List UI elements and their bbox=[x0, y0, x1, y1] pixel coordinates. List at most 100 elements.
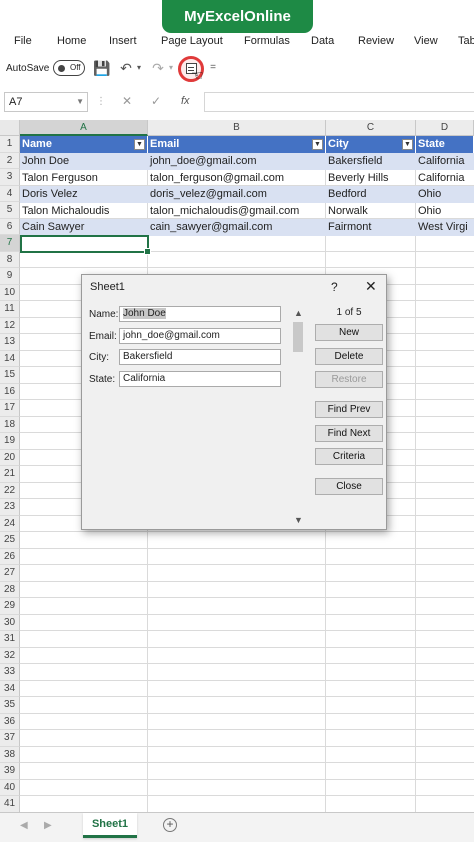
row-header[interactable]: 33 bbox=[0, 664, 20, 681]
redo-dropdown-icon[interactable]: ▾ bbox=[167, 59, 175, 77]
table-cell[interactable]: talon_michaloudis@gmail.com bbox=[148, 203, 326, 220]
city-field[interactable]: Bakersfield bbox=[119, 349, 281, 365]
row-header[interactable]: 18 bbox=[0, 416, 20, 433]
autosave-toggle[interactable]: Off bbox=[53, 60, 85, 76]
table-cell[interactable]: John Doe bbox=[20, 153, 148, 170]
row-header[interactable]: 5 bbox=[0, 202, 20, 219]
row-header[interactable]: 16 bbox=[0, 383, 20, 400]
close-icon[interactable]: ✕ bbox=[365, 278, 377, 295]
row-header[interactable]: 37 bbox=[0, 730, 20, 747]
column-header-b[interactable]: B bbox=[148, 120, 326, 136]
row-header[interactable]: 36 bbox=[0, 713, 20, 730]
row-header[interactable]: 10 bbox=[0, 284, 20, 301]
formula-input[interactable] bbox=[204, 92, 474, 112]
table-cell[interactable]: California bbox=[416, 153, 474, 170]
row-header[interactable]: 15 bbox=[0, 367, 20, 384]
help-icon[interactable]: ? bbox=[331, 280, 338, 294]
row-header[interactable]: 26 bbox=[0, 548, 20, 565]
active-cell-a7[interactable] bbox=[20, 235, 151, 255]
find-prev-button[interactable]: Find Prev bbox=[315, 401, 383, 418]
record-scrollbar[interactable]: ▲ ▼ bbox=[291, 308, 306, 526]
table-header-state[interactable]: State bbox=[416, 136, 474, 153]
scrollbar-thumb[interactable] bbox=[293, 322, 303, 352]
row-header[interactable]: 34 bbox=[0, 680, 20, 697]
table-header-name[interactable]: Name ▼ bbox=[20, 136, 148, 153]
name-box-dropdown-icon[interactable]: ▼ bbox=[76, 93, 84, 111]
table-cell[interactable]: Beverly Hills bbox=[326, 170, 416, 187]
row-header[interactable]: 17 bbox=[0, 400, 20, 417]
filter-dropdown-icon[interactable]: ▼ bbox=[134, 139, 145, 150]
sheet-tab-sheet1[interactable]: Sheet1 bbox=[83, 813, 137, 838]
row-header[interactable]: 31 bbox=[0, 631, 20, 648]
close-button[interactable]: Close bbox=[315, 478, 383, 495]
save-icon[interactable]: 💾 bbox=[93, 59, 110, 77]
row-header[interactable]: 2 bbox=[0, 152, 20, 169]
menu-table[interactable]: Tab bbox=[458, 35, 474, 47]
row-header[interactable]: 12 bbox=[0, 317, 20, 334]
row-header[interactable]: 41 bbox=[0, 796, 20, 813]
menu-insert[interactable]: Insert bbox=[109, 35, 137, 47]
row-header[interactable]: 20 bbox=[0, 449, 20, 466]
row-header[interactable]: 23 bbox=[0, 499, 20, 516]
undo-icon[interactable]: ↶ bbox=[118, 59, 134, 77]
scroll-tabs-right-icon[interactable]: ▶ bbox=[44, 820, 52, 831]
table-cell[interactable]: Talon Ferguson bbox=[20, 170, 148, 187]
table-header-email[interactable]: Email ▼ bbox=[148, 136, 326, 153]
new-button[interactable]: New bbox=[315, 324, 383, 341]
row-header[interactable]: 25 bbox=[0, 532, 20, 549]
table-header-city[interactable]: City ▼ bbox=[326, 136, 416, 153]
find-next-button[interactable]: Find Next bbox=[315, 425, 383, 442]
scroll-down-icon[interactable]: ▼ bbox=[294, 515, 303, 525]
column-header-d[interactable]: D bbox=[416, 120, 474, 136]
table-cell[interactable]: Ohio bbox=[416, 203, 474, 220]
row-header[interactable]: 22 bbox=[0, 482, 20, 499]
row-header[interactable]: 14 bbox=[0, 350, 20, 367]
enter-icon[interactable]: ✓ bbox=[151, 94, 161, 108]
add-sheet-icon[interactable]: + bbox=[163, 818, 177, 832]
table-cell[interactable]: West Virgi bbox=[416, 219, 474, 236]
table-cell[interactable]: cain_sawyer@gmail.com bbox=[148, 219, 326, 236]
menu-file[interactable]: File bbox=[14, 35, 32, 47]
table-cell[interactable]: Fairmont bbox=[326, 219, 416, 236]
menu-review[interactable]: Review bbox=[358, 35, 394, 47]
row-header[interactable]: 4 bbox=[0, 185, 20, 202]
row-header[interactable]: 3 bbox=[0, 169, 20, 186]
row-header[interactable]: 39 bbox=[0, 763, 20, 780]
table-cell[interactable]: Ohio bbox=[416, 186, 474, 203]
row-header[interactable]: 11 bbox=[0, 301, 20, 318]
menu-formulas[interactable]: Formulas bbox=[244, 35, 290, 47]
column-header-c[interactable]: C bbox=[326, 120, 416, 136]
select-all-corner[interactable] bbox=[0, 120, 20, 136]
row-header[interactable]: 27 bbox=[0, 565, 20, 582]
table-cell[interactable]: Talon Michaloudis bbox=[20, 203, 148, 220]
email-field[interactable]: john_doe@gmail.com bbox=[119, 328, 281, 344]
row-header[interactable]: 8 bbox=[0, 251, 20, 268]
column-header-a[interactable]: A bbox=[20, 120, 148, 136]
row-header[interactable]: 32 bbox=[0, 647, 20, 664]
row-header[interactable]: 21 bbox=[0, 466, 20, 483]
row-header[interactable]: 7 bbox=[0, 235, 20, 252]
table-cell[interactable]: john_doe@gmail.com bbox=[148, 153, 326, 170]
filter-dropdown-icon[interactable]: ▼ bbox=[402, 139, 413, 150]
insert-function-icon[interactable]: fx bbox=[181, 95, 190, 107]
row-header[interactable]: 29 bbox=[0, 598, 20, 615]
delete-button[interactable]: Delete bbox=[315, 348, 383, 365]
undo-dropdown-icon[interactable]: ▾ bbox=[135, 59, 143, 77]
customize-qat-icon[interactable]: = bbox=[208, 59, 218, 77]
name-box[interactable]: A7 ▼ bbox=[4, 92, 88, 112]
table-cell[interactable]: doris_velez@gmail.com bbox=[148, 186, 326, 203]
table-cell[interactable]: talon_ferguson@gmail.com bbox=[148, 170, 326, 187]
menu-home[interactable]: Home bbox=[57, 35, 86, 47]
table-cell[interactable]: Cain Sawyer bbox=[20, 219, 148, 236]
row-header[interactable]: 38 bbox=[0, 746, 20, 763]
menu-data[interactable]: Data bbox=[311, 35, 334, 47]
row-header[interactable]: 13 bbox=[0, 334, 20, 351]
scroll-tabs-left-icon[interactable]: ◀ bbox=[20, 820, 28, 831]
table-cell[interactable]: Doris Velez bbox=[20, 186, 148, 203]
row-header[interactable]: 24 bbox=[0, 515, 20, 532]
filter-dropdown-icon[interactable]: ▼ bbox=[312, 139, 323, 150]
menu-view[interactable]: View bbox=[414, 35, 438, 47]
table-cell[interactable]: California bbox=[416, 170, 474, 187]
table-cell[interactable]: Bedford bbox=[326, 186, 416, 203]
redo-icon[interactable]: ↷ bbox=[150, 59, 166, 77]
